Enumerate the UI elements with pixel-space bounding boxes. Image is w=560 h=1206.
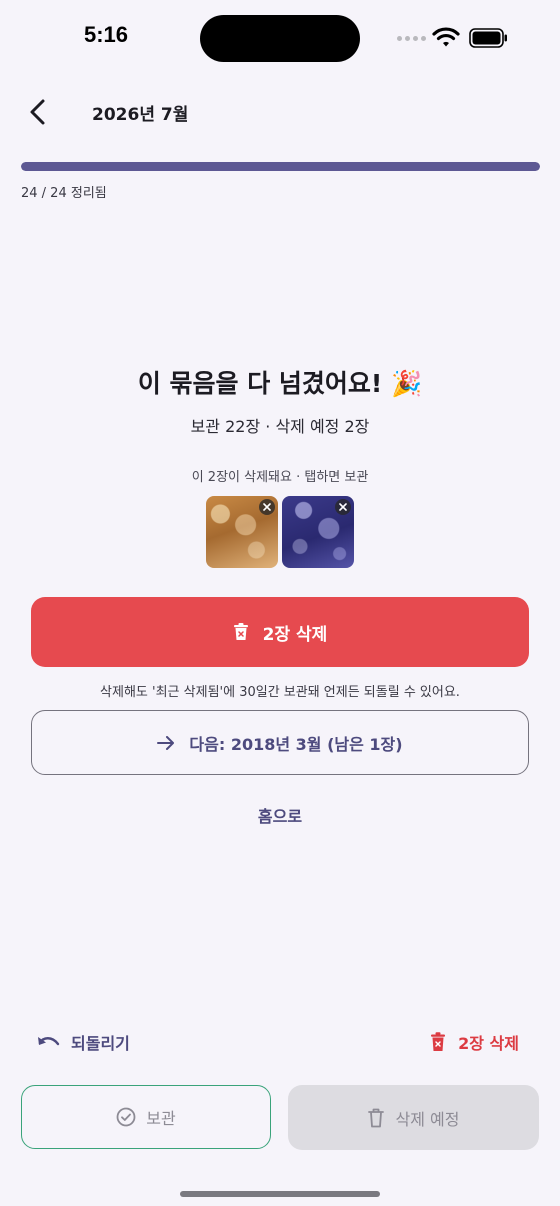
bulk-delete-button[interactable]: 2장 삭제	[430, 1030, 519, 1054]
next-batch-button[interactable]: 다음: 2018년 3월 (남은 1장)	[31, 710, 529, 775]
completion-title: 이 묶음을 다 넘겼어요! 🎉	[137, 369, 423, 398]
undo-icon	[38, 1037, 60, 1046]
keep-label: 보관	[146, 1109, 176, 1128]
undo-button[interactable]: 되돌리기	[37, 1030, 130, 1054]
progress-label: 24 / 24 정리됨	[21, 186, 107, 201]
pending-delete-thumbnail[interactable]	[206, 496, 278, 568]
check-circle-icon	[116, 1107, 136, 1127]
status-time: 5:16	[84, 22, 129, 47]
pending-delete-button[interactable]: 삭제 예정	[288, 1085, 539, 1150]
pending-label: 삭제 예정	[395, 1109, 460, 1129]
signal-icon	[397, 36, 426, 41]
progress-bar	[21, 162, 540, 171]
arrow-right-icon	[157, 735, 175, 750]
delete-note: 삭제해도 '최근 삭제됨'에 30일간 보관돼 언제든 되돌릴 수 있어요.	[100, 685, 460, 700]
progress-fill	[21, 162, 540, 171]
trash-icon	[233, 623, 248, 640]
page-title: 2026년 7월	[92, 105, 189, 125]
trash-outline-icon	[367, 1108, 384, 1127]
close-icon[interactable]	[259, 499, 275, 515]
keep-button[interactable]: 보관	[21, 1085, 271, 1149]
completion-summary: 보관 22장 · 삭제 예정 2장	[190, 417, 370, 436]
home-link[interactable]: 홈으로	[0, 803, 560, 827]
undo-label: 되돌리기	[71, 1034, 130, 1053]
wifi-icon	[432, 27, 460, 47]
trash-icon	[431, 1032, 446, 1051]
pending-delete-thumbnail[interactable]	[282, 496, 354, 568]
chevron-left-icon	[30, 99, 45, 125]
next-batch-label: 다음: 2018년 3월 (남은 1장)	[189, 734, 403, 754]
delete-button-label: 2장 삭제	[262, 624, 328, 645]
battery-icon	[469, 28, 507, 48]
delete-hint: 이 2장이 삭제돼요 · 탭하면 보관	[191, 470, 369, 485]
bulk-delete-label: 2장 삭제	[458, 1034, 519, 1053]
home-indicator	[180, 1191, 380, 1197]
close-icon[interactable]	[335, 499, 351, 515]
delete-button[interactable]: 2장 삭제	[31, 597, 529, 667]
back-button[interactable]	[22, 96, 52, 128]
dynamic-island	[200, 15, 360, 62]
